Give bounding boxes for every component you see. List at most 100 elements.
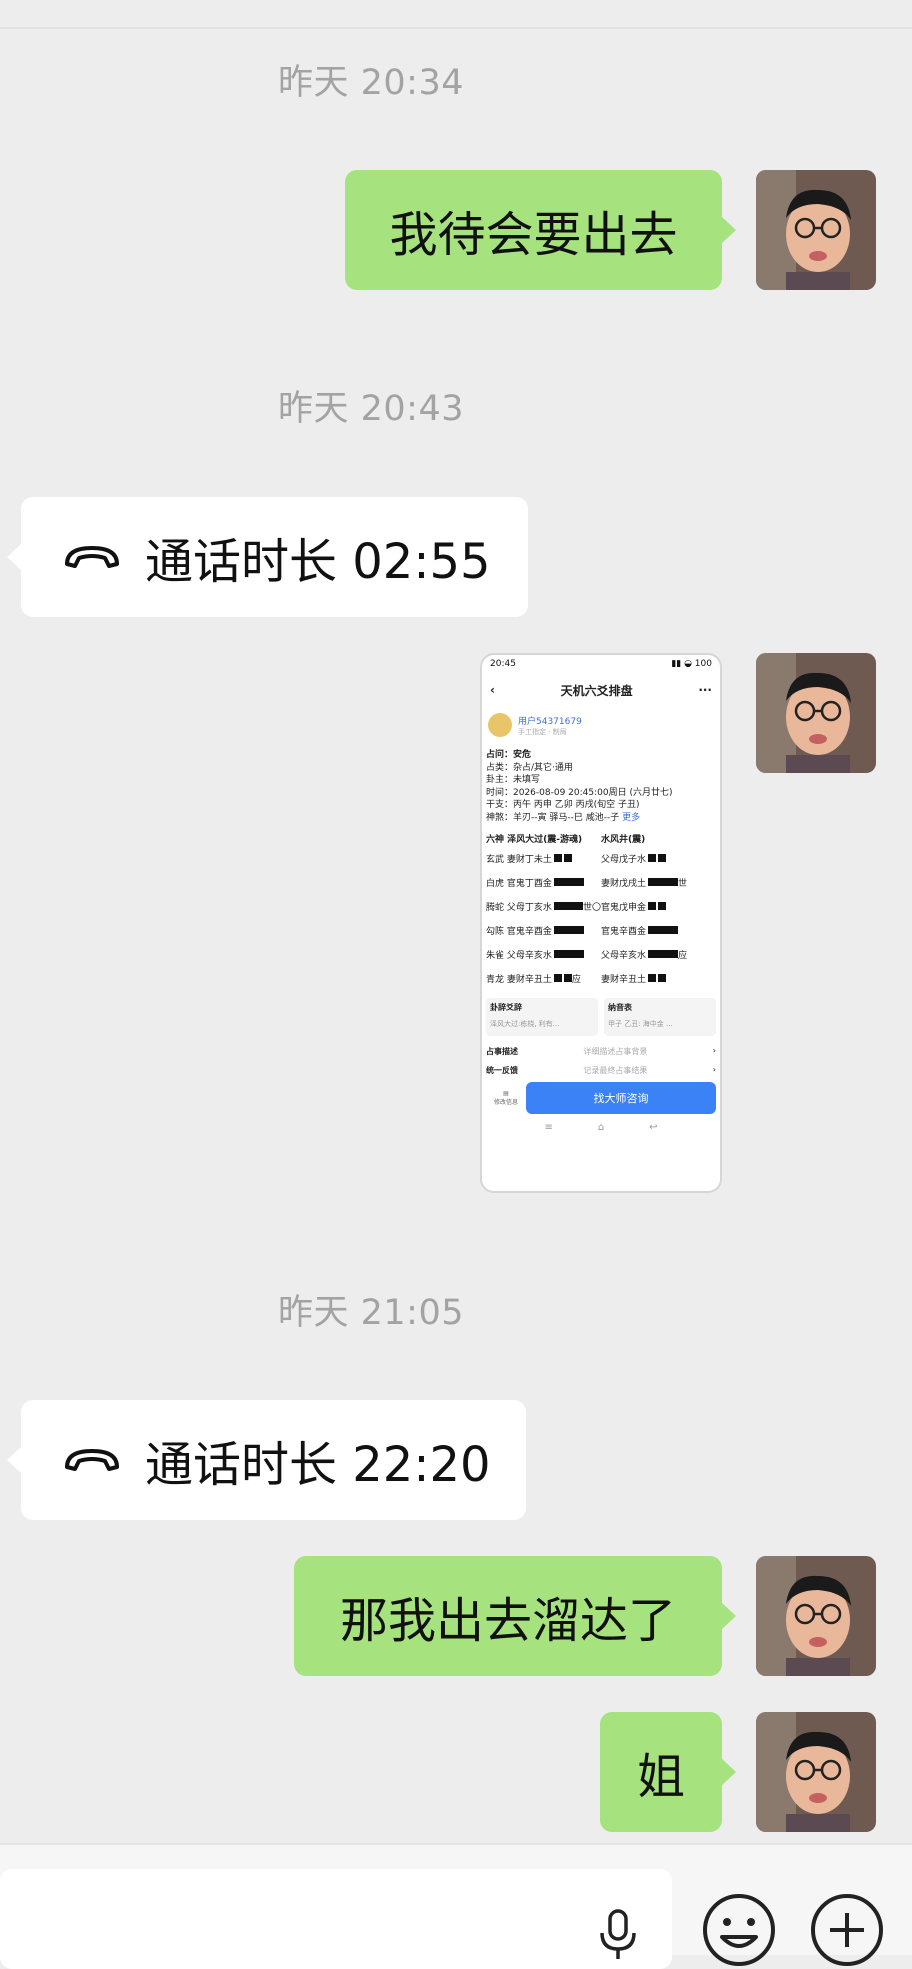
plus-icon[interactable] xyxy=(810,1893,884,1967)
user-row: 用户54371679 手工指定 · 制局 xyxy=(482,707,720,743)
hexagram-grid: 六神 泽风大过(震-游魂) 玄武 妻财丁未土 白虎 官鬼丁酉金 腾蛇 父母丁亥水… xyxy=(482,824,720,990)
hexagram-line: 白虎 官鬼丁酉金 xyxy=(486,870,601,894)
timestamp: 昨天 21:05 xyxy=(278,1293,464,1333)
user-avatar xyxy=(488,713,512,737)
feedback-label: 统一反馈 xyxy=(486,1066,518,1075)
status-bar: 20:45 ▮▮ ◒ 100 xyxy=(482,655,720,673)
timestamp: 昨天 20:43 xyxy=(278,389,464,429)
my-message-bubble[interactable]: 那我出去溜达了 xyxy=(294,1556,736,1676)
chevron-right-icon: › xyxy=(712,1065,716,1074)
info-row: 神煞：羊刃--寅 驿马--巳 咸池--子 更多 xyxy=(486,812,716,825)
hexagram-line: 青龙 妻财辛丑土 应 xyxy=(486,966,601,990)
back-icon: ‹ xyxy=(490,683,495,697)
desc-row: 占事描述 详细描述占事背景 › xyxy=(482,1036,720,1057)
card: 卦辞爻辞泽风大过:栋桡, 利有... xyxy=(486,998,598,1036)
save-action: ▤ 修改信息 xyxy=(493,1090,518,1106)
card-title: 卦辞爻辞 xyxy=(490,1003,522,1012)
my-avatar[interactable] xyxy=(756,170,876,290)
mark: 世〇 xyxy=(582,902,601,913)
hexagram-line: 父母辛亥水 应 xyxy=(601,942,716,966)
left-header: 六神 泽风大过(震-游魂) xyxy=(486,834,583,845)
desc-placeholder: 详细描述占事背景 xyxy=(583,1047,648,1056)
input-bar xyxy=(0,1843,912,1969)
line-text: 白虎 官鬼丁酉金 xyxy=(486,878,552,889)
phone-handset-icon xyxy=(65,546,119,568)
card-title: 纳音表 xyxy=(608,1003,632,1012)
info-row: 卦主：未填写 xyxy=(486,775,541,785)
hexagram-line: 官鬼辛酉金 xyxy=(601,918,716,942)
phone-handset-icon xyxy=(65,1449,119,1471)
right-header: 水风井(震) xyxy=(601,834,646,845)
message-text: 那我出去溜达了 xyxy=(339,1593,676,1649)
line-text: 父母辛亥水 xyxy=(601,950,647,961)
image-message[interactable]: 20:45 ▮▮ ◒ 100 ‹ 天机六爻排盘 ··· 用户54371679 手… xyxy=(480,653,722,1193)
top-divider xyxy=(0,0,912,29)
my-avatar[interactable] xyxy=(756,653,876,773)
menu-icon: ≡ xyxy=(544,1122,553,1133)
divination-info: 占问：安危 占类：杂占/其它·通用 卦主：未填写 时间：2026-08-09 2… xyxy=(482,743,720,824)
call-record-bubble[interactable]: 通话时长 02:55 xyxy=(7,497,528,617)
user-name: 用户54371679 xyxy=(518,716,582,727)
bottom-actions: ▤ 修改信息 找大师咨询 xyxy=(482,1076,720,1114)
call-record-bubble[interactable]: 通话时长 22:20 xyxy=(7,1400,526,1520)
app-title: 天机六爻排盘 xyxy=(560,683,633,698)
home-icon: ⌂ xyxy=(597,1122,605,1133)
emoji-icon[interactable] xyxy=(702,1893,776,1967)
info-row: 干支：丙午 丙申 乙卯 丙戌(旬空 子丑) xyxy=(486,800,640,810)
message-input[interactable] xyxy=(0,1869,672,1969)
call-duration-text: 通话时长 02:55 xyxy=(145,534,491,590)
hexagram-line: 勾陈 官鬼辛酉金 xyxy=(486,918,601,942)
desc-label: 占事描述 xyxy=(486,1047,518,1056)
card: 纳音表甲子 乙丑: 海中金 ... xyxy=(604,998,716,1036)
line-text: 妻财辛丑土 xyxy=(601,974,647,985)
back-nav-icon: ↩ xyxy=(649,1122,658,1133)
line-text: 官鬼辛酉金 xyxy=(601,926,647,937)
system-nav: ≡ ⌂ ↩ xyxy=(482,1114,720,1133)
message-text: 我待会要出去 xyxy=(389,207,678,263)
line-text: 妻财戊戌土 xyxy=(601,878,647,889)
consult-button: 找大师咨询 xyxy=(526,1082,716,1114)
mark: 世 xyxy=(678,878,688,889)
line-text: 父母戊子水 xyxy=(601,854,647,865)
call-duration-text: 通话时长 22:20 xyxy=(145,1437,491,1493)
hexagram-line: 腾蛇 父母丁亥水 世〇 xyxy=(486,894,601,918)
feedback-placeholder: 记录最终占事结果 xyxy=(583,1066,648,1075)
card-sub: 甲子 乙丑: 海中金 ... xyxy=(608,1020,673,1028)
line-text: 腾蛇 父母丁亥水 xyxy=(486,902,552,913)
more-link: 更多 xyxy=(622,812,641,823)
mark: 应 xyxy=(571,974,581,985)
line-text: 朱雀 父母辛亥水 xyxy=(486,950,552,961)
user-sub: 手工指定 · 制局 xyxy=(518,727,567,736)
feedback-row: 统一反馈 记录最终占事结果 › xyxy=(482,1057,720,1076)
shensha-text: 神煞：羊刃--寅 驿马--巳 咸池--子 xyxy=(486,812,620,823)
microphone-icon[interactable] xyxy=(598,1909,638,1959)
save-label: 修改信息 xyxy=(493,1099,518,1106)
app-header: ‹ 天机六爻排盘 ··· xyxy=(482,673,720,707)
my-avatar[interactable] xyxy=(756,1556,876,1676)
line-text: 勾陈 官鬼辛酉金 xyxy=(486,926,552,937)
hexagram-line: 父母戊子水 xyxy=(601,846,716,870)
hexagram-line: 官鬼戊申金 xyxy=(601,894,716,918)
hexagram-line: 朱雀 父母辛亥水 xyxy=(486,942,601,966)
more-icon: ··· xyxy=(698,683,712,697)
status-icons: ▮▮ ◒ 100 xyxy=(671,659,712,669)
line-text: 青龙 妻财辛丑土 xyxy=(486,974,552,985)
status-time: 20:45 xyxy=(490,659,516,669)
my-avatar[interactable] xyxy=(756,1712,876,1832)
info-cards: 卦辞爻辞泽风大过:栋桡, 利有... 纳音表甲子 乙丑: 海中金 ... xyxy=(482,990,720,1036)
hexagram-line: 玄武 妻财丁未土 xyxy=(486,846,601,870)
hexagram-line: 妻财戊戌土 世 xyxy=(601,870,716,894)
info-row: 时间：2026-08-09 20:45:00周日 (六月廿七) xyxy=(486,787,673,798)
hexagram-line: 妻财辛丑土 xyxy=(601,966,716,990)
mark: 应 xyxy=(678,950,688,961)
card-sub: 泽风大过:栋桡, 利有... xyxy=(490,1020,560,1028)
chevron-right-icon: › xyxy=(712,1046,716,1055)
message-text: 姐 xyxy=(636,1749,685,1805)
info-row: 占类：杂占/其它·通用 xyxy=(486,762,573,773)
info-row: 占问：安危 xyxy=(486,750,532,760)
timestamp: 昨天 20:34 xyxy=(278,63,464,103)
my-message-bubble[interactable]: 姐 xyxy=(600,1712,736,1832)
my-message-bubble[interactable]: 我待会要出去 xyxy=(345,170,736,290)
line-text: 官鬼戊申金 xyxy=(601,902,647,913)
line-text: 玄武 妻财丁未土 xyxy=(486,854,552,865)
